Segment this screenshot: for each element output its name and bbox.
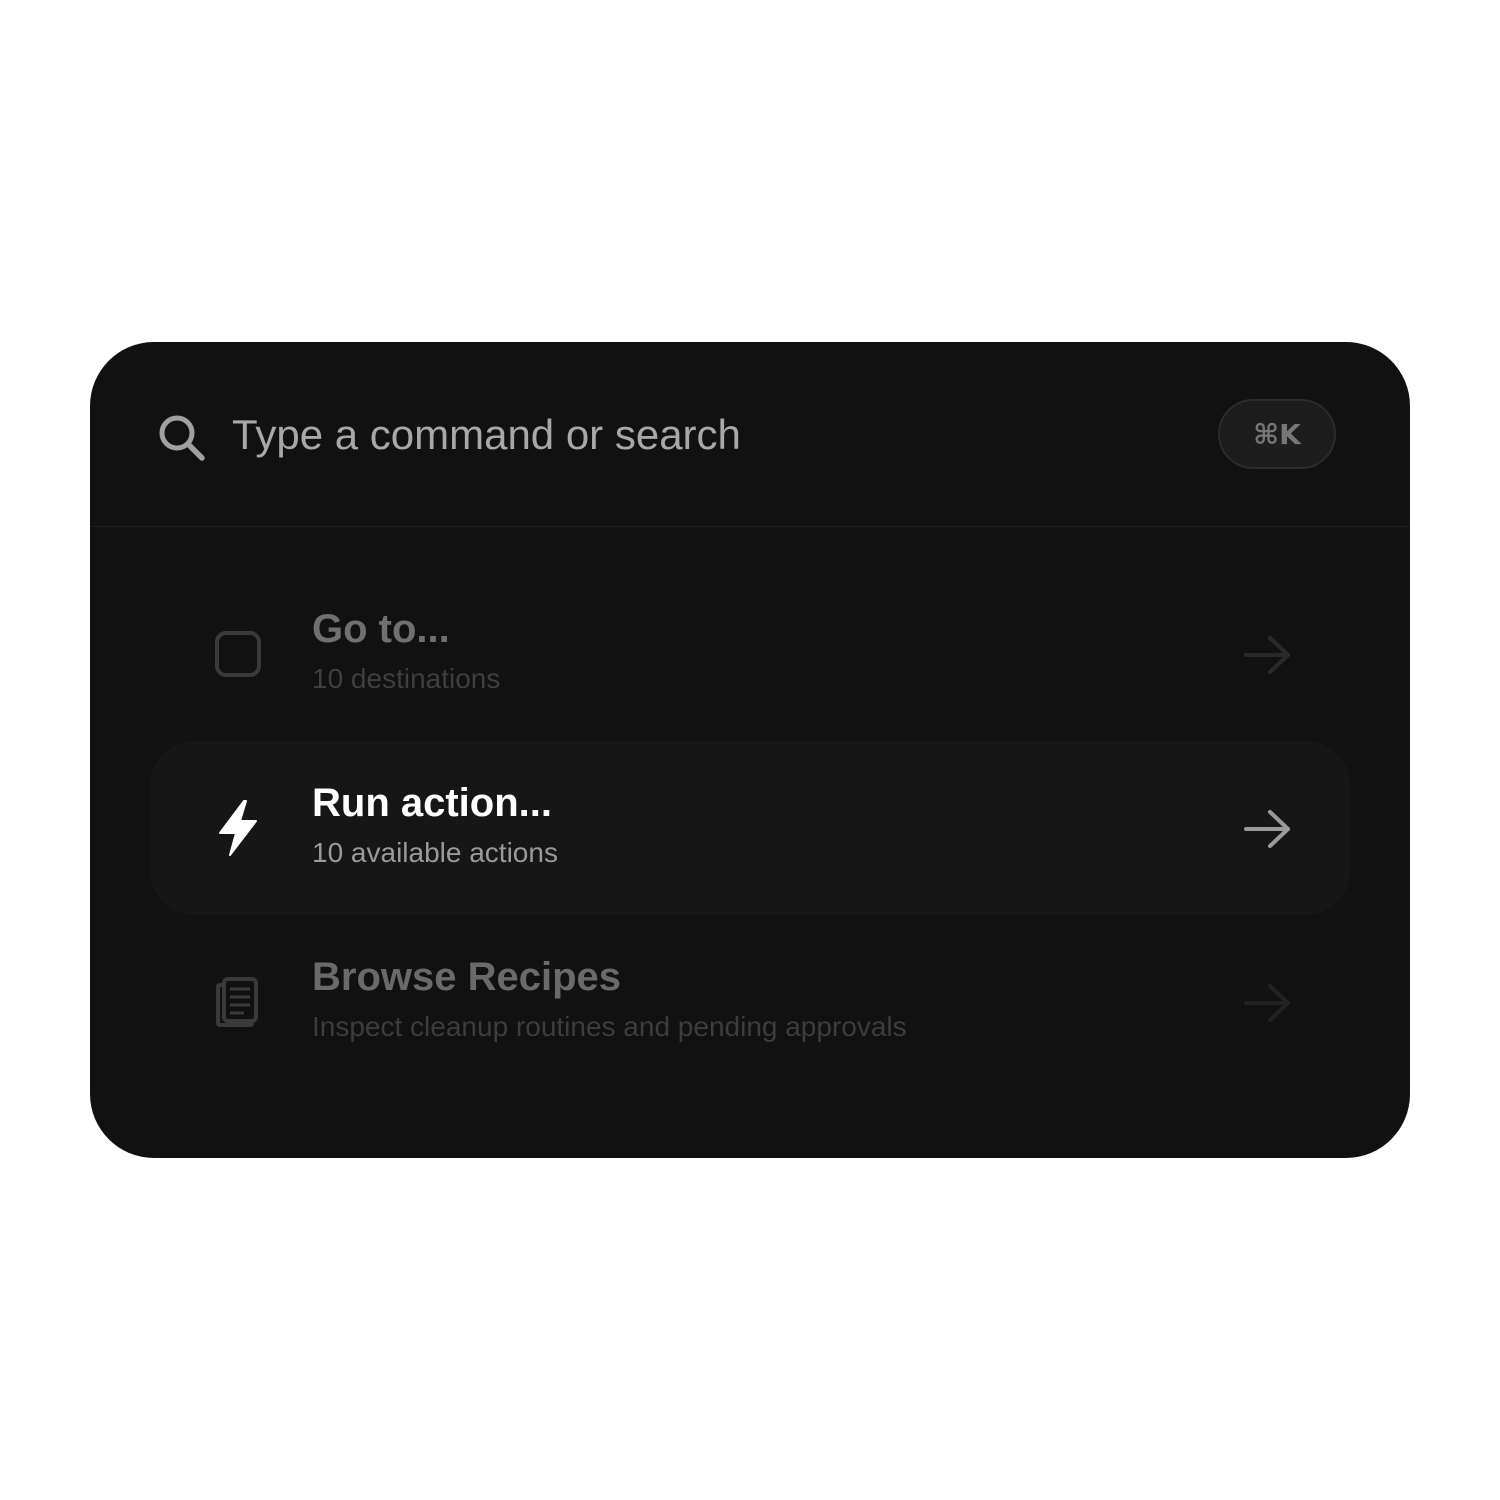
command-item-subtitle: Inspect cleanup routines and pending app… — [312, 1011, 907, 1042]
command-item-title: Browse Recipes — [312, 955, 622, 999]
arrow-right-icon — [1244, 636, 1290, 674]
document-icon — [216, 977, 258, 1027]
command-item-run-action[interactable]: Run action... 10 available actions — [150, 741, 1350, 915]
keyboard-shortcut-badge: ⌘K — [1218, 399, 1336, 469]
command-item-subtitle: 10 available actions — [312, 837, 558, 868]
command-palette: ⌘K Go to... 10 destinations Run action..… — [90, 342, 1410, 1158]
command-item-browse-recipes[interactable]: Browse Recipes Inspect cleanup routines … — [150, 915, 1350, 1089]
search-icon — [159, 415, 205, 461]
command-item-title: Run action... — [312, 781, 552, 825]
lightning-bolt-icon — [219, 800, 257, 856]
square-icon — [215, 631, 261, 677]
command-item-title: Go to... — [312, 607, 450, 651]
command-item-subtitle: 10 destinations — [312, 663, 501, 694]
search-input[interactable] — [232, 402, 1132, 468]
arrow-right-icon — [1244, 984, 1290, 1022]
arrow-right-icon — [1244, 810, 1290, 848]
command-item-go-to[interactable]: Go to... 10 destinations — [150, 567, 1350, 741]
search-bar: ⌘K — [90, 342, 1410, 527]
